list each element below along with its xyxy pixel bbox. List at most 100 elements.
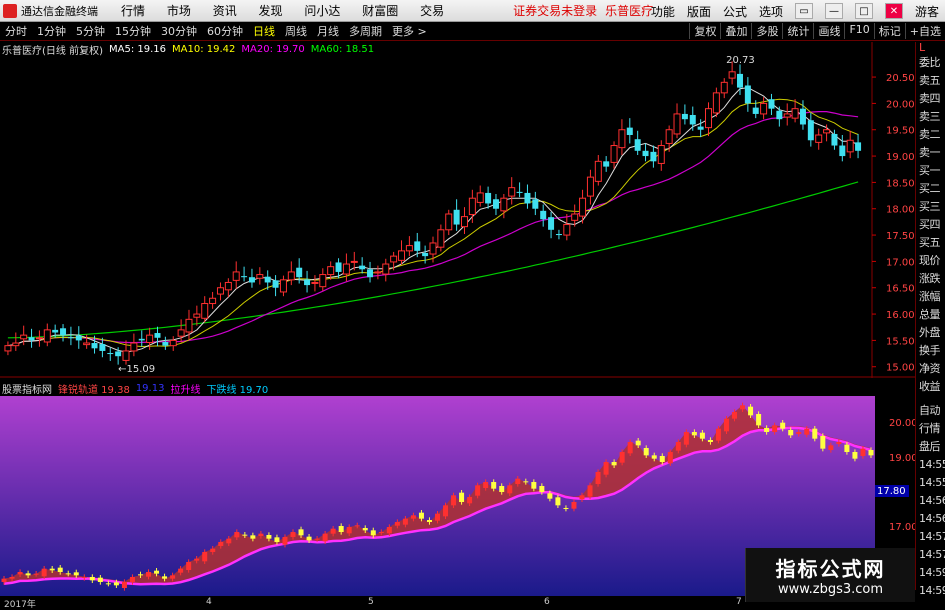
tool-restore-rights[interactable]: 复权: [689, 23, 720, 39]
candle: [720, 81, 728, 94]
menu-ask[interactable]: 问小达: [304, 4, 340, 18]
menu-trade[interactable]: 交易: [420, 4, 444, 18]
tab-intraday[interactable]: 分时: [0, 23, 32, 39]
tool-mark[interactable]: 标记: [873, 23, 905, 39]
legend-ma10: MA10: 19.42: [172, 43, 236, 55]
indicator-bar: [443, 505, 449, 517]
indicator-bar: [354, 525, 360, 527]
indicator-bar: [683, 432, 689, 445]
indicator-bar: [627, 442, 633, 454]
panel-price: 现价: [919, 254, 941, 267]
tab-15min[interactable]: 15分钟: [110, 23, 156, 39]
candle: [571, 213, 579, 221]
indicator-bar: [210, 548, 216, 552]
candle: [799, 108, 806, 125]
indicator-bar: [836, 442, 842, 444]
indicator-bar: [547, 493, 553, 499]
window-maximize-icon[interactable]: □: [854, 3, 873, 19]
candle: [146, 334, 154, 344]
indicator-bar: [507, 485, 513, 494]
legend-title: 乐普医疗(日线 前复权): [2, 45, 103, 57]
menu-news[interactable]: 资讯: [213, 4, 237, 18]
tab-60min[interactable]: 60分钟: [202, 23, 248, 39]
panel-quotes[interactable]: 行情: [916, 420, 945, 438]
candle: [516, 191, 523, 193]
tab-30min[interactable]: 30分钟: [156, 23, 202, 39]
indicator-bar: [129, 577, 135, 582]
window-minimize-icon[interactable]: —: [824, 3, 843, 19]
indicator-bar: [740, 405, 746, 410]
tool-f10[interactable]: F10: [844, 23, 873, 39]
window-close-icon[interactable]: ✕: [884, 3, 903, 19]
indicator-bar: [828, 445, 834, 450]
tool-add-watchlist[interactable]: +自选: [904, 23, 945, 39]
y-tick-label: 17.00: [886, 257, 915, 268]
candle: [855, 142, 862, 151]
panel-buy4: 买四: [919, 218, 941, 231]
tab-daily[interactable]: 日线: [248, 23, 280, 39]
candle: [626, 127, 633, 135]
candle: [768, 99, 775, 109]
menu-wealth[interactable]: 财富圈: [362, 4, 398, 18]
indicator-bar: [499, 486, 505, 492]
indicator-bar: [178, 568, 184, 573]
candle: [304, 279, 311, 286]
menu-layout[interactable]: 版面: [687, 3, 711, 20]
tool-overlay[interactable]: 叠加: [720, 23, 751, 39]
indicator-bar: [362, 528, 368, 531]
indicator-bar: [603, 462, 609, 475]
tab-weekly[interactable]: 周线: [280, 23, 312, 39]
indicator-bar: [571, 502, 577, 509]
menu-formula[interactable]: 公式: [723, 3, 747, 20]
menu-discover[interactable]: 发现: [259, 4, 283, 18]
menu-market[interactable]: 行情: [121, 4, 145, 18]
sub-legend-rail: 锋锐轨道 19.38: [58, 384, 130, 396]
tool-draw-line[interactable]: 画线: [813, 23, 844, 39]
candle: [185, 318, 193, 333]
menu-function[interactable]: 功能: [651, 3, 675, 20]
tool-multi-stock[interactable]: 多股: [751, 23, 782, 39]
date-label: 4: [206, 597, 212, 607]
tab-more[interactable]: 更多 >: [387, 23, 432, 39]
date-label: 7: [736, 597, 742, 607]
candle: [776, 110, 783, 120]
panel-auto[interactable]: 自动: [916, 402, 945, 420]
indicator-bar: [33, 573, 39, 575]
indicator-chart[interactable]: [0, 396, 875, 596]
sub-tick: 20.00: [889, 418, 915, 429]
candle: [476, 192, 484, 203]
candle: [492, 199, 499, 209]
y-tick-label: 16.00: [886, 310, 915, 321]
indicator-bar: [41, 568, 47, 577]
tab-1min[interactable]: 1分钟: [32, 23, 71, 39]
candle: [642, 150, 649, 157]
candle: [603, 161, 610, 167]
candle: [548, 217, 555, 230]
trade-login-alert[interactable]: 证券交易未登录: [513, 2, 597, 19]
menu-markets[interactable]: 市场: [167, 4, 191, 18]
panel-after-hours[interactable]: 盘后: [916, 438, 945, 456]
tab-monthly[interactable]: 月线: [312, 23, 344, 39]
indicator-bar: [250, 535, 256, 539]
indicator-bar: [723, 418, 729, 432]
guest-label[interactable]: 游客: [915, 3, 939, 20]
candle: [342, 263, 350, 275]
candle: [327, 266, 335, 276]
indicator-bar: [732, 412, 738, 419]
candle: [579, 197, 587, 217]
candle: [83, 342, 91, 346]
candle: [445, 213, 453, 231]
tool-stats[interactable]: 统计: [782, 23, 813, 39]
panel-bid-ratio: 委比: [919, 56, 941, 69]
indicator-bar: [820, 436, 826, 449]
candle: [162, 341, 169, 346]
tab-5min[interactable]: 5分钟: [71, 23, 110, 39]
indicator-bar: [651, 455, 657, 459]
candlestick-chart[interactable]: 20.50 20.00 19.50 19.00 18.50 18.00 17.50 17.00…: [0, 42, 915, 378]
candle: [485, 192, 492, 204]
tab-multi-period[interactable]: 多周期: [344, 23, 387, 39]
candle: [839, 145, 846, 157]
window-restore-icon[interactable]: ▭: [794, 3, 813, 19]
candle: [91, 343, 98, 349]
menu-options[interactable]: 选项: [759, 3, 783, 20]
